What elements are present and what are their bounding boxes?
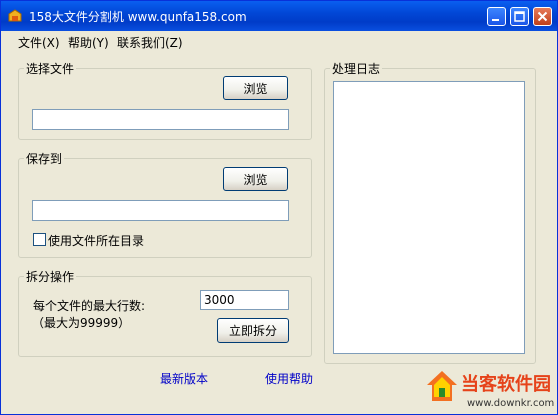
help-link[interactable]: 使用帮助	[265, 370, 313, 387]
window-title: 158大文件分割机 www.qunfa158.com	[29, 10, 247, 24]
select-file-browse-button[interactable]: 浏览	[223, 76, 288, 100]
log-textarea[interactable]	[333, 81, 525, 354]
minimize-icon	[492, 19, 499, 21]
menu-help[interactable]: 帮助(Y)	[68, 34, 109, 51]
max-lines-limit-note: （最大为99999）	[32, 316, 131, 330]
save-to-path-input[interactable]	[32, 200, 289, 221]
use-source-dir-label: 使用文件所在目录	[48, 234, 145, 248]
split-title: 拆分操作	[24, 268, 77, 285]
save-to-browse-button[interactable]: 浏览	[223, 167, 288, 191]
select-file-title: 选择文件	[24, 60, 77, 77]
max-lines-input[interactable]	[200, 290, 289, 310]
menu-file[interactable]: 文件(X)	[18, 34, 60, 51]
use-source-dir-checkbox[interactable]	[33, 233, 46, 246]
watermark-text: 当客软件园	[461, 374, 551, 395]
split-now-button[interactable]: 立即拆分	[217, 318, 289, 343]
menu-bar: 文件(X) 帮助(Y) 联系我们(Z)	[1, 31, 557, 51]
app-window: 158大文件分割机 www.qunfa158.com 文件(X) 帮助(Y) 联…	[0, 0, 558, 415]
close-button[interactable]	[533, 7, 552, 26]
watermark-url: www.downkr.com	[467, 398, 555, 409]
log-title: 处理日志	[330, 60, 383, 77]
save-to-title: 保存到	[24, 150, 65, 167]
minimize-button[interactable]	[487, 7, 506, 26]
select-file-path-input[interactable]	[32, 109, 289, 130]
title-bar[interactable]: 158大文件分割机 www.qunfa158.com	[1, 1, 557, 31]
menu-contact[interactable]: 联系我们(Z)	[117, 34, 183, 51]
maximize-icon	[514, 11, 525, 22]
close-icon	[537, 11, 548, 22]
latest-version-link[interactable]: 最新版本	[160, 370, 208, 387]
max-lines-label: 每个文件的最大行数:	[33, 299, 146, 313]
maximize-button[interactable]	[510, 7, 529, 26]
watermark-logo-icon	[425, 369, 459, 403]
app-icon	[7, 8, 23, 24]
